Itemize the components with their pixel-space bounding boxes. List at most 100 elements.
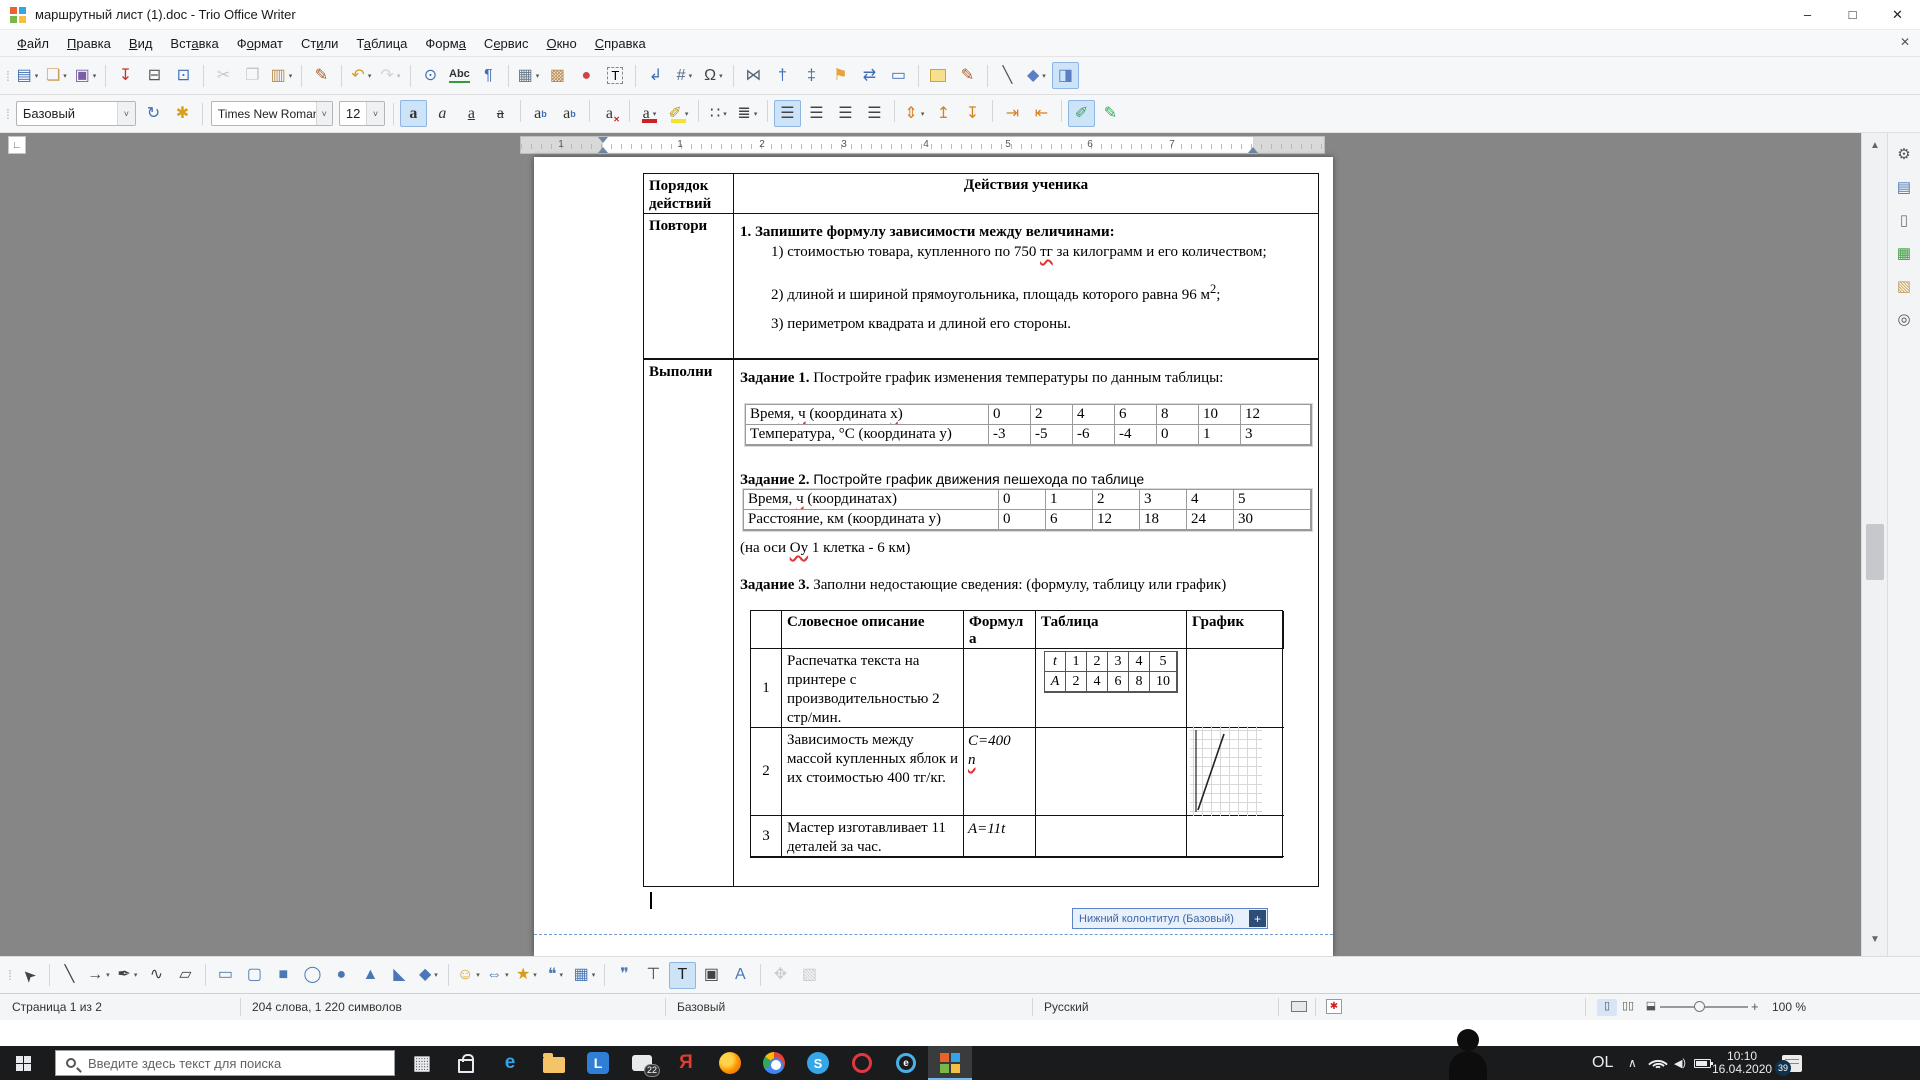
multi-page-view-icon[interactable]: ▯▯	[1618, 999, 1638, 1016]
zoom-out-icon[interactable]: −	[1648, 999, 1656, 1014]
formatting-pen-icon[interactable]: ✐	[1067, 100, 1095, 127]
insert-comment-icon[interactable]	[925, 62, 952, 89]
taskbar-clock[interactable]: 10:10 16.04.2020	[1712, 1046, 1772, 1080]
chevron-down-icon[interactable]: ˅	[315, 102, 332, 125]
undo-icon[interactable]: ↶ ▾	[348, 62, 375, 89]
subscript-icon[interactable]: ab	[556, 100, 583, 127]
paste-icon[interactable]: ▥ ▾	[268, 62, 295, 89]
redo-icon[interactable]: ↷ ▾	[377, 62, 404, 89]
block-arrows-icon[interactable]: ⇔ ▾	[484, 962, 511, 989]
isosceles-triangle-icon[interactable]: ▲	[357, 962, 384, 989]
diamond-icon[interactable]: ◆ ▾	[415, 962, 442, 989]
font-name-select[interactable]: Times New Roman ˅	[210, 101, 333, 126]
wifi-icon[interactable]	[1648, 1046, 1668, 1080]
highlight-color-icon[interactable]: ✐ ▾	[665, 100, 692, 127]
insert-image-icon[interactable]: ▩	[544, 62, 571, 89]
start-button[interactable]	[0, 1046, 46, 1080]
gallery-deck-icon[interactable]: ▦	[1892, 241, 1916, 265]
menu-вид[interactable]: Вид	[120, 32, 162, 55]
imagemap-icon[interactable]: ▧	[796, 962, 823, 989]
footer-plus-button[interactable]: +	[1249, 910, 1266, 927]
menu-форма[interactable]: Форма	[416, 32, 475, 55]
track-changes-icon[interactable]: ✎	[954, 62, 981, 89]
freeform-line-icon[interactable]: ∿	[143, 962, 170, 989]
insert-field-icon[interactable]: # ▾	[671, 62, 698, 89]
close-button[interactable]: ✕	[1875, 0, 1920, 30]
minimize-button[interactable]: –	[1785, 0, 1830, 30]
vertical-text-icon[interactable]: ⊤	[640, 962, 667, 989]
export-pdf-icon[interactable]: ↧	[112, 62, 139, 89]
bookmark-icon[interactable]: ⚑	[827, 62, 854, 89]
ellipse-icon[interactable]: ◯	[299, 962, 326, 989]
menu-сервис[interactable]: Сервис	[475, 32, 538, 55]
show-draw-functions-icon[interactable]: ◨	[1051, 62, 1079, 89]
find-replace-icon[interactable]: ⊙	[417, 62, 444, 89]
save-icon[interactable]: ▣ ▾	[72, 62, 99, 89]
menu-справка[interactable]: Справка	[586, 32, 655, 55]
styles-deck-icon[interactable]: ▧	[1892, 274, 1916, 298]
font-color-icon[interactable]: a ▾	[636, 100, 663, 127]
taskbar-app-chrome[interactable]	[752, 1046, 796, 1080]
formatting-pen-alt-icon[interactable]: ✎	[1097, 100, 1124, 127]
right-indent-marker[interactable]	[1248, 147, 1258, 153]
align-right-icon[interactable]: ☰	[832, 100, 859, 127]
rounded-rectangle-icon[interactable]: ▢	[241, 962, 268, 989]
taskbar-app-skype[interactable]: S	[796, 1046, 840, 1080]
line-spacing-icon[interactable]: ⇕ ▾	[901, 100, 928, 127]
hyperlink-icon[interactable]: ⋈	[740, 62, 767, 89]
insert-table-icon[interactable]: ▦ ▾	[515, 62, 542, 89]
taskbar-search-input[interactable]: Введите здесь текст для поиска	[55, 1050, 395, 1076]
superscript-icon[interactable]: ab	[527, 100, 554, 127]
select-cursor-icon[interactable]: ➤	[16, 962, 43, 989]
indent-marker-bottom[interactable]	[598, 147, 608, 153]
underline-icon[interactable]: a	[458, 100, 485, 127]
spelling-icon[interactable]: Abc	[446, 62, 473, 89]
sidebar-settings-icon[interactable]: ⚙	[1892, 142, 1916, 166]
insert-line-icon[interactable]: ╲	[994, 62, 1021, 89]
new-document-icon[interactable]: ▤ ▾	[14, 62, 41, 89]
basic-shapes-icon[interactable]: ◆ ▾	[1023, 62, 1050, 89]
taskbar-app-file-explorer[interactable]	[532, 1046, 576, 1080]
vertical-scrollbar[interactable]: ▲ ▼	[1861, 133, 1887, 956]
document-page[interactable]: Порядок действий Действия ученика Повтор…	[534, 157, 1333, 956]
strikethrough-icon[interactable]: a	[487, 100, 514, 127]
insert-footnote-icon[interactable]: †	[769, 62, 796, 89]
bold-icon[interactable]: a	[399, 100, 427, 127]
menu-таблица[interactable]: Таблица	[347, 32, 416, 55]
numbered-list-icon[interactable]: ≣ ▾	[734, 100, 761, 127]
taskbar-app-internet-browser[interactable]: e	[884, 1046, 928, 1080]
page-break-icon[interactable]: ↲	[642, 62, 669, 89]
scroll-up-icon[interactable]: ▲	[1862, 135, 1888, 157]
taskbar-app-l-app[interactable]: L	[576, 1046, 620, 1080]
flowchart-icon[interactable]: ▦ ▾	[571, 962, 598, 989]
align-center-icon[interactable]: ☰	[803, 100, 830, 127]
draw-line-icon[interactable]: ╲	[56, 962, 83, 989]
taskbar-app-microsoft-store[interactable]	[444, 1046, 488, 1080]
taskbar-app-firefox[interactable]	[708, 1046, 752, 1080]
footer-tag-button[interactable]: Нижний колонтитул (Базовый) +	[1072, 908, 1268, 929]
space-above-paragraph-icon[interactable]: ↥	[930, 100, 957, 127]
word-count[interactable]: 204 слова, 1 220 символов	[252, 1000, 402, 1014]
navigator-deck-icon[interactable]: ◎	[1892, 307, 1916, 331]
text-language[interactable]: Русский	[1044, 1000, 1089, 1014]
space-below-paragraph-icon[interactable]: ↧	[959, 100, 986, 127]
notification-center-icon[interactable]: 39	[1775, 1046, 1802, 1080]
scrollbar-thumb[interactable]	[1866, 524, 1884, 580]
zoom-slider-thumb[interactable]	[1694, 1001, 1705, 1012]
clear-formatting-icon[interactable]: a ✕	[596, 100, 623, 127]
special-character-icon[interactable]: Ω ▾	[700, 62, 727, 89]
single-page-view-icon[interactable]: ▯	[1597, 999, 1617, 1016]
align-left-icon[interactable]: ☰	[773, 100, 801, 127]
mini-graph-image[interactable]	[1190, 726, 1262, 816]
indent-marker-top[interactable]	[598, 137, 608, 143]
text-frame-icon[interactable]: ▣	[698, 962, 725, 989]
chevron-down-icon[interactable]: ˅	[116, 102, 135, 125]
maximize-button[interactable]: □	[1830, 0, 1875, 30]
menu-файл[interactable]: Файл	[8, 32, 58, 55]
menu-правка[interactable]: Правка	[58, 32, 120, 55]
taskbar-app-edge-browser[interactable]: e	[488, 1046, 532, 1080]
properties-deck-icon[interactable]: ▤	[1892, 175, 1916, 199]
square-icon[interactable]: ■	[270, 962, 297, 989]
new-style-icon[interactable]: ✱	[169, 100, 196, 127]
justify-icon[interactable]: ☰	[861, 100, 888, 127]
